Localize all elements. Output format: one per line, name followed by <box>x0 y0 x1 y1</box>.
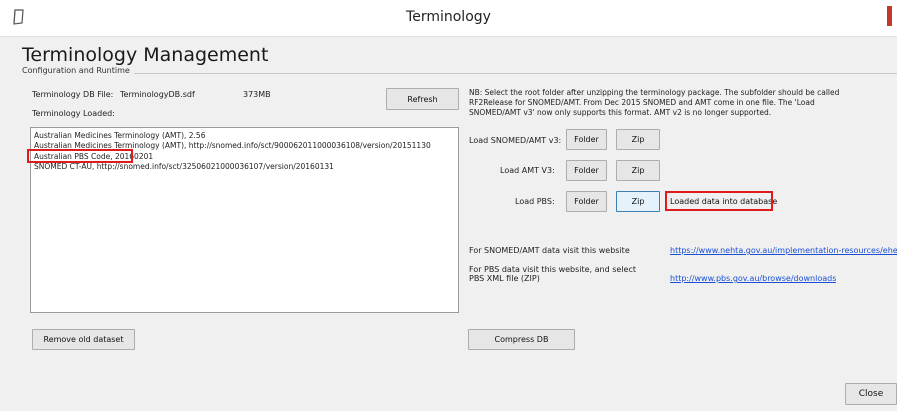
load-pbs-label: Load PBS: <box>515 197 555 206</box>
db-file-size: 373MB <box>243 90 271 99</box>
snomed-zip-button[interactable]: Zip <box>616 129 660 150</box>
db-file-label: Terminology DB File: <box>32 90 114 99</box>
pbs-website-label-1: For PBS data visit this website, and sel… <box>469 265 637 274</box>
list-item[interactable]: Australian Medicines Terminology (AMT), … <box>34 131 205 140</box>
load-snomed-label: Load SNOMED/AMT v3: <box>469 136 562 145</box>
note-line: NB: Select the root folder after unzippi… <box>469 88 840 97</box>
pbs-folder-button[interactable]: Folder <box>566 191 607 212</box>
pbs-zip-button[interactable]: Zip <box>616 191 660 212</box>
group-divider <box>24 73 897 74</box>
note-line: RF2Release for SNOMED/AMT. From Dec 2015… <box>469 98 815 107</box>
refresh-button[interactable]: Refresh <box>386 88 459 110</box>
page-title: Terminology Management <box>22 44 269 66</box>
remove-old-dataset-button[interactable]: Remove old dataset <box>32 329 135 350</box>
amt-zip-button[interactable]: Zip <box>616 160 660 181</box>
pbs-website-label-2: PBS XML file (ZIP) <box>469 274 540 283</box>
group-label: Configuration and Runtime <box>22 66 134 75</box>
window-accent <box>887 6 892 26</box>
highlight-pbs-code <box>27 149 133 163</box>
snomed-folder-button[interactable]: Folder <box>566 129 607 150</box>
highlight-load-status <box>665 191 773 211</box>
window-title: Terminology <box>406 9 491 25</box>
list-item[interactable]: SNOMED CT-AU, http://snomed.info/sct/325… <box>34 162 334 171</box>
db-file-name: TerminologyDB.sdf <box>120 90 195 99</box>
pbs-website-link[interactable]: http://www.pbs.gov.au/browse/downloads <box>670 274 836 283</box>
snomed-website-link[interactable]: https://www.nehta.gov.au/implementation-… <box>670 246 897 255</box>
snomed-website-label: For SNOMED/AMT data visit this website <box>469 246 630 255</box>
close-button[interactable]: Close <box>845 383 897 405</box>
compress-db-button[interactable]: Compress DB <box>468 329 575 350</box>
amt-folder-button[interactable]: Folder <box>566 160 607 181</box>
note-line: SNOMED/AMT v3' now only supports this fo… <box>469 108 772 117</box>
terminology-loaded-label: Terminology Loaded: <box>32 109 115 118</box>
load-amt-label: Load AMT V3: <box>500 166 555 175</box>
